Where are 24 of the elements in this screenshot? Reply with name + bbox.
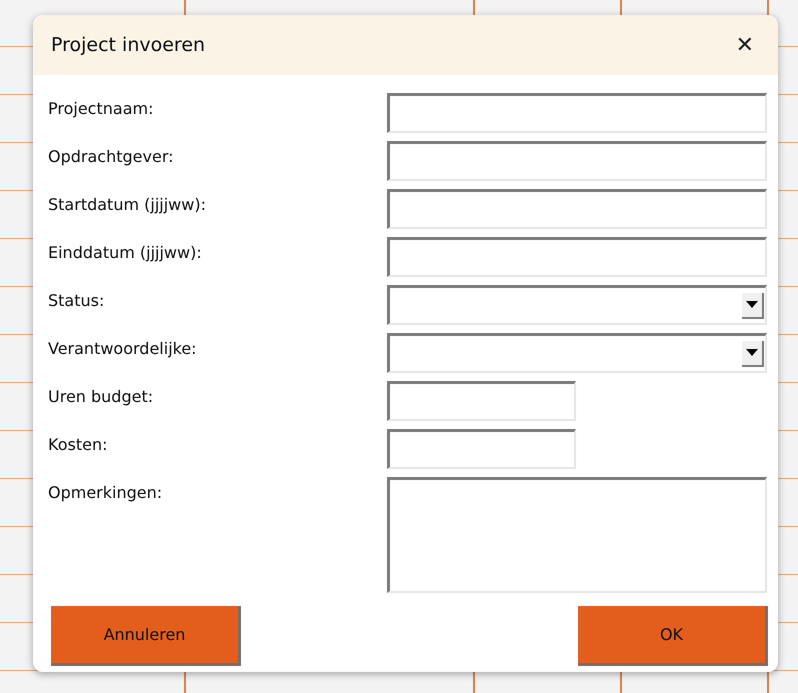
dialog-title: Project invoeren (51, 34, 206, 56)
field-label: Opmerkingen: (48, 482, 162, 502)
field-label: Uren budget: (48, 386, 154, 406)
field-label: Einddatum (jjjjww): (48, 242, 202, 262)
field-label: Status: (48, 290, 104, 310)
dropdown-arrow-icon (746, 301, 758, 308)
field-label: Startdatum (jjjjww): (48, 194, 206, 214)
text-field[interactable] (387, 141, 767, 181)
ok-button[interactable]: OK (578, 606, 768, 666)
text-field[interactable] (387, 93, 767, 133)
dropdown-arrow-icon (746, 349, 758, 356)
cancel-button[interactable]: Annuleren (51, 606, 241, 666)
text-field[interactable] (387, 237, 767, 277)
close-button[interactable]: ✕ (730, 28, 760, 62)
field-label: Projectnaam: (48, 98, 154, 118)
text-field[interactable] (387, 429, 576, 469)
field-label: Opdrachtgever: (48, 146, 174, 166)
dropdown-field[interactable] (387, 285, 767, 325)
dropdown-field[interactable] (387, 333, 767, 373)
field-label: Verantwoordelijke: (48, 338, 197, 358)
field-label: Kosten: (48, 434, 108, 454)
text-field[interactable] (387, 189, 767, 229)
text-field[interactable] (387, 381, 576, 421)
text-area[interactable] (387, 477, 767, 593)
